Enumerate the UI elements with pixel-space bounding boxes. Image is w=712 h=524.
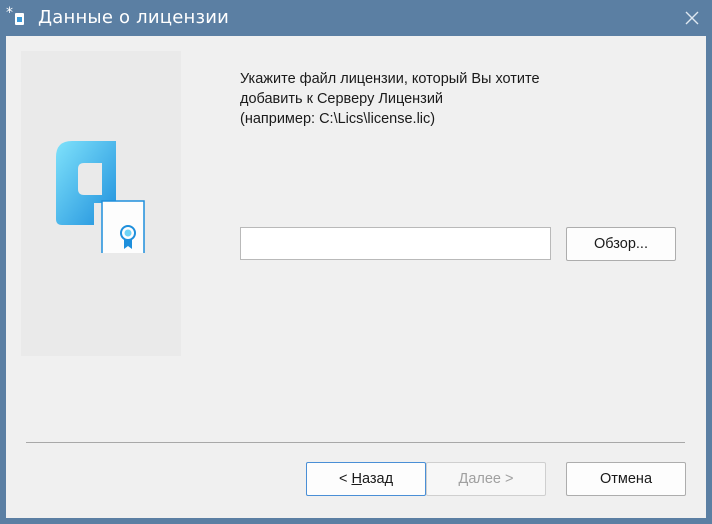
dialog-body: Укажите файл лицензии, который Вы хотите… xyxy=(6,36,706,518)
instructions-text: Укажите файл лицензии, который Вы хотите… xyxy=(240,69,660,129)
back-button-prefix: < xyxy=(338,471,352,487)
svg-text:*: * xyxy=(6,6,13,21)
browse-button[interactable]: Обзор... xyxy=(566,227,676,261)
license-certificate-icon xyxy=(56,141,145,253)
license-app-icon: * xyxy=(6,6,24,25)
instructions-line-2: добавить к Серверу Лицензий xyxy=(240,91,444,107)
side-panel xyxy=(21,51,181,356)
cancel-button[interactable]: Отмена xyxy=(566,462,686,496)
instructions-line-3: (например: C:\Lics\license.lic) xyxy=(240,111,436,127)
back-button-label: азад xyxy=(361,471,394,487)
title-bar[interactable]: * Данные о лицензии xyxy=(0,0,712,36)
separator-line xyxy=(26,442,685,443)
close-icon xyxy=(685,11,699,25)
back-button[interactable]: < Назад xyxy=(306,462,426,496)
license-file-path-input[interactable] xyxy=(240,227,551,260)
instructions-line-1: Укажите файл лицензии, который Вы хотите xyxy=(240,71,540,87)
window-title: Данные о лицензии xyxy=(38,7,230,28)
next-button[interactable]: Далее > xyxy=(426,462,546,496)
license-dialog-window: * Данные о лицензии Укажите файл лицензи… xyxy=(0,0,712,524)
back-button-mnemonic: Н xyxy=(351,471,362,487)
close-button[interactable] xyxy=(678,6,706,30)
